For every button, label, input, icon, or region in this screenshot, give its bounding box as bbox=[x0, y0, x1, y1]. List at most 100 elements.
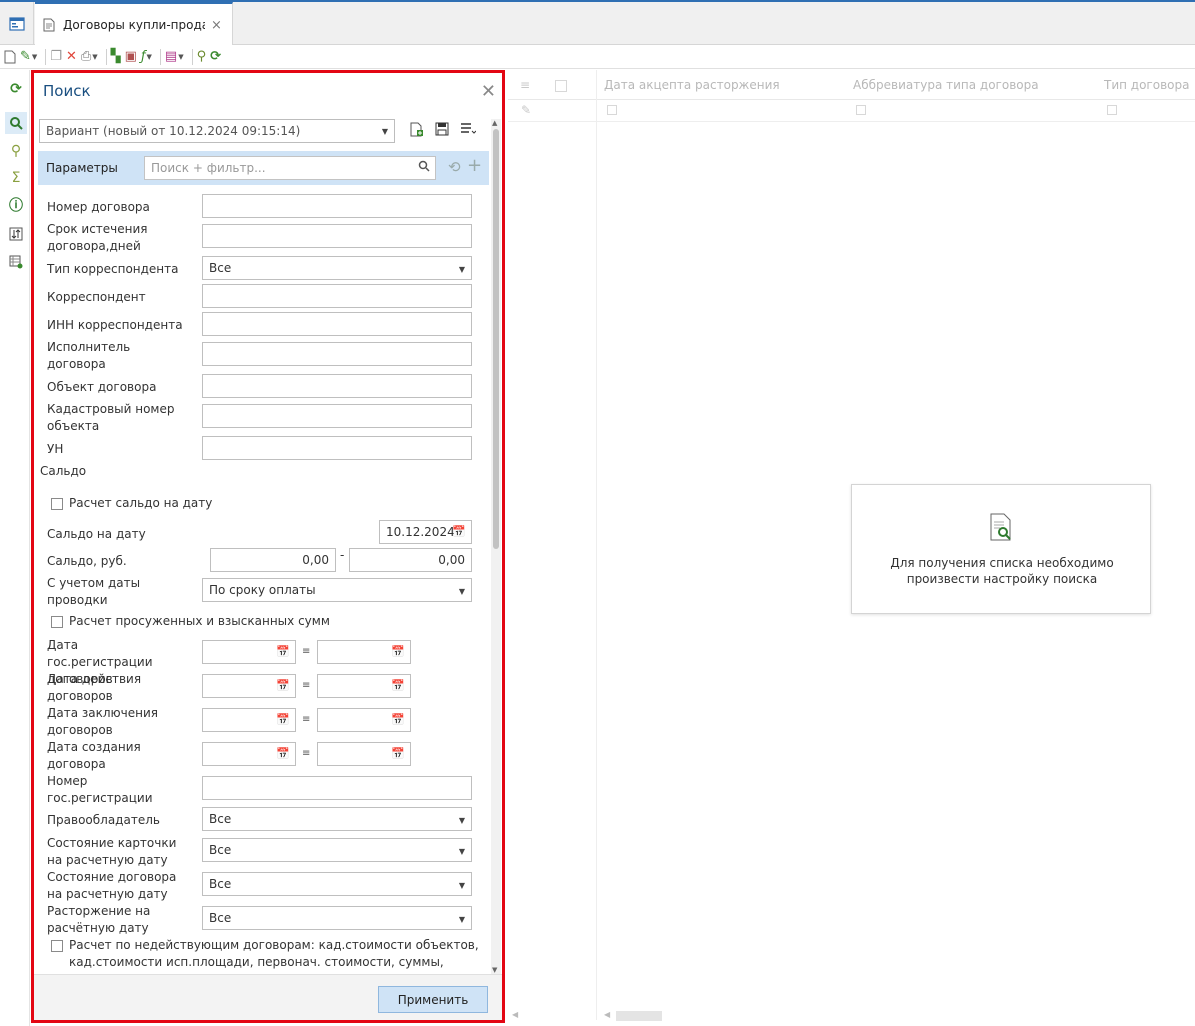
left-sidebar: ⟳ ⚲ Σ ⓘ bbox=[0, 70, 30, 1026]
scroll-left-icon[interactable]: ◀ bbox=[512, 1010, 518, 1019]
close-icon[interactable]: ✕ bbox=[481, 81, 496, 102]
correspondent-type-select[interactable]: Все ▼ bbox=[202, 256, 472, 280]
card-state-select[interactable]: Все ▼ bbox=[202, 838, 472, 862]
scroll-thumb[interactable] bbox=[493, 129, 499, 549]
copy-icon[interactable]: ❐ bbox=[50, 47, 62, 67]
scroll-down-icon[interactable]: ▼ bbox=[492, 966, 497, 974]
sort-icon[interactable] bbox=[5, 223, 27, 245]
search-panel: Поиск ✕ Вариант (новый от 10.12.2024 09:… bbox=[31, 70, 505, 1023]
variant-select[interactable]: Вариант (новый от 10.12.2024 09:15:14) ▼ bbox=[39, 119, 395, 143]
column-header[interactable]: Аббревиатура типа договора bbox=[853, 78, 1039, 92]
cadastral-label: Кадастровый номер объекта bbox=[47, 402, 175, 433]
add-icon[interactable]: + bbox=[467, 155, 482, 176]
calendar-icon[interactable]: 📅 bbox=[391, 679, 405, 692]
contract-state-label: Состояние договора на расчетную дату bbox=[47, 870, 177, 901]
column-header[interactable]: Дата акцепта расторжения bbox=[604, 78, 780, 92]
range-swap-icon[interactable]: ≡ bbox=[302, 714, 310, 725]
range-swap-icon[interactable]: ≡ bbox=[302, 748, 310, 759]
new-document-icon[interactable] bbox=[4, 47, 16, 67]
report-icon[interactable]: ▤ ▼ bbox=[165, 47, 184, 67]
executor-input[interactable] bbox=[202, 342, 472, 366]
saldo-date-input[interactable]: 10.12.2024 📅 bbox=[379, 520, 472, 544]
select-all-checkbox[interactable] bbox=[555, 80, 567, 92]
action-date-to[interactable]: 📅 bbox=[317, 674, 411, 698]
reg-number-input[interactable] bbox=[202, 776, 472, 800]
saldo-section-title: Сальдо bbox=[40, 464, 87, 478]
grid-horizontal-scrollbar[interactable]: ◀ ◀ bbox=[508, 1008, 1195, 1022]
info-icon[interactable]: ⓘ bbox=[5, 194, 27, 216]
action-date-from[interactable]: 📅 bbox=[202, 674, 296, 698]
edit-icon[interactable]: ✎ ▼ bbox=[20, 47, 37, 67]
refresh-icon[interactable]: ⟳ bbox=[210, 47, 221, 67]
refresh-icon[interactable]: ⟳ bbox=[5, 78, 27, 100]
creation-date-to[interactable]: 📅 bbox=[317, 742, 411, 766]
un-input[interactable] bbox=[202, 436, 472, 460]
filter-cell[interactable] bbox=[1107, 105, 1117, 115]
window-icon bbox=[8, 16, 25, 31]
reset-icon[interactable]: ⟲ bbox=[448, 158, 461, 176]
object-input[interactable] bbox=[202, 374, 472, 398]
saldo-to-input[interactable]: 0,00 bbox=[349, 548, 472, 572]
filter-icon[interactable]: ⚲ bbox=[5, 140, 27, 162]
toolbar-separator bbox=[105, 48, 107, 65]
creation-date-label: Дата создания договора bbox=[47, 740, 141, 771]
print-icon[interactable]: ⎙ ▼ bbox=[81, 47, 98, 67]
overdue-checkbox[interactable] bbox=[51, 616, 63, 628]
calc-saldo-checkbox[interactable] bbox=[51, 498, 63, 510]
creation-date-from[interactable]: 📅 bbox=[202, 742, 296, 766]
scroll-up-icon[interactable]: ▲ bbox=[492, 119, 497, 127]
filter-icon[interactable]: ⚲ bbox=[197, 47, 207, 67]
calendar-icon[interactable]: 📅 bbox=[452, 525, 466, 538]
panel-scrollbar[interactable]: ▲ ▼ bbox=[491, 119, 501, 974]
reg-date-from[interactable]: 📅 bbox=[202, 640, 296, 664]
saldo-from-input[interactable]: 0,00 bbox=[210, 548, 336, 572]
sum-icon[interactable]: Σ bbox=[5, 167, 27, 189]
cadastral-input[interactable] bbox=[202, 404, 472, 428]
posting-date-value: По сроку оплаты bbox=[209, 583, 316, 597]
reg-date-to[interactable]: 📅 bbox=[317, 640, 411, 664]
filter-cell[interactable] bbox=[856, 105, 866, 115]
delete-icon[interactable]: ✕ bbox=[66, 47, 77, 67]
contract-state-select[interactable]: Все ▼ bbox=[202, 872, 472, 896]
posting-date-select[interactable]: По сроку оплаты ▼ bbox=[202, 578, 472, 602]
correspondent-input[interactable] bbox=[202, 284, 472, 308]
calendar-icon[interactable]: 📅 bbox=[391, 645, 405, 658]
tab-close-icon[interactable]: × bbox=[211, 18, 222, 33]
holder-select[interactable]: Все ▼ bbox=[202, 807, 472, 831]
calendar-icon[interactable]: 📅 bbox=[276, 645, 290, 658]
save-variant-icon[interactable] bbox=[435, 122, 449, 140]
inactive-calc-checkbox[interactable] bbox=[51, 940, 63, 952]
params-search-input[interactable]: Поиск + фильтр... bbox=[144, 156, 436, 180]
apply-button[interactable]: Применить bbox=[378, 986, 488, 1013]
tab-home[interactable] bbox=[0, 2, 34, 45]
inn-label: ИНН корреспондента bbox=[47, 318, 183, 332]
calendar-icon[interactable]: 📅 bbox=[276, 747, 290, 760]
search-icon[interactable] bbox=[5, 112, 27, 134]
conclusion-date-to[interactable]: 📅 bbox=[317, 708, 411, 732]
column-menu-icon[interactable]: ≡ bbox=[520, 78, 530, 92]
tab-contracts[interactable]: Договоры купли-прода... × bbox=[35, 2, 233, 46]
termination-select[interactable]: Все ▼ bbox=[202, 906, 472, 930]
calendar-icon[interactable]: 📅 bbox=[391, 747, 405, 760]
expiry-days-input[interactable] bbox=[202, 224, 472, 248]
chevron-down-icon: ▼ bbox=[458, 847, 465, 856]
settings-grid-icon[interactable] bbox=[5, 251, 27, 273]
scroll-left-icon[interactable]: ◀ bbox=[604, 1010, 610, 1019]
add-variant-icon[interactable] bbox=[410, 122, 424, 141]
export-icon[interactable]: ▚ bbox=[111, 47, 121, 67]
scroll-thumb[interactable] bbox=[616, 1011, 662, 1021]
overdue-label: Расчет просуженных и взысканных сумм bbox=[69, 614, 330, 628]
inn-input[interactable] bbox=[202, 312, 472, 336]
calendar-icon[interactable]: 📅 bbox=[276, 679, 290, 692]
range-swap-icon[interactable]: ≡ bbox=[302, 680, 310, 691]
formula-icon[interactable]: ƒ ▼ bbox=[141, 47, 152, 67]
calendar-icon[interactable]: 📅 bbox=[276, 713, 290, 726]
calendar-icon[interactable]: 📅 bbox=[391, 713, 405, 726]
variant-list-icon[interactable] bbox=[460, 122, 477, 140]
contract-number-input[interactable] bbox=[202, 194, 472, 218]
filter-cell[interactable] bbox=[607, 105, 617, 115]
import-icon[interactable]: ▣ bbox=[125, 47, 137, 67]
column-header[interactable]: Тип договора bbox=[1104, 78, 1189, 92]
conclusion-date-from[interactable]: 📅 bbox=[202, 708, 296, 732]
range-swap-icon[interactable]: ≡ bbox=[302, 646, 310, 657]
